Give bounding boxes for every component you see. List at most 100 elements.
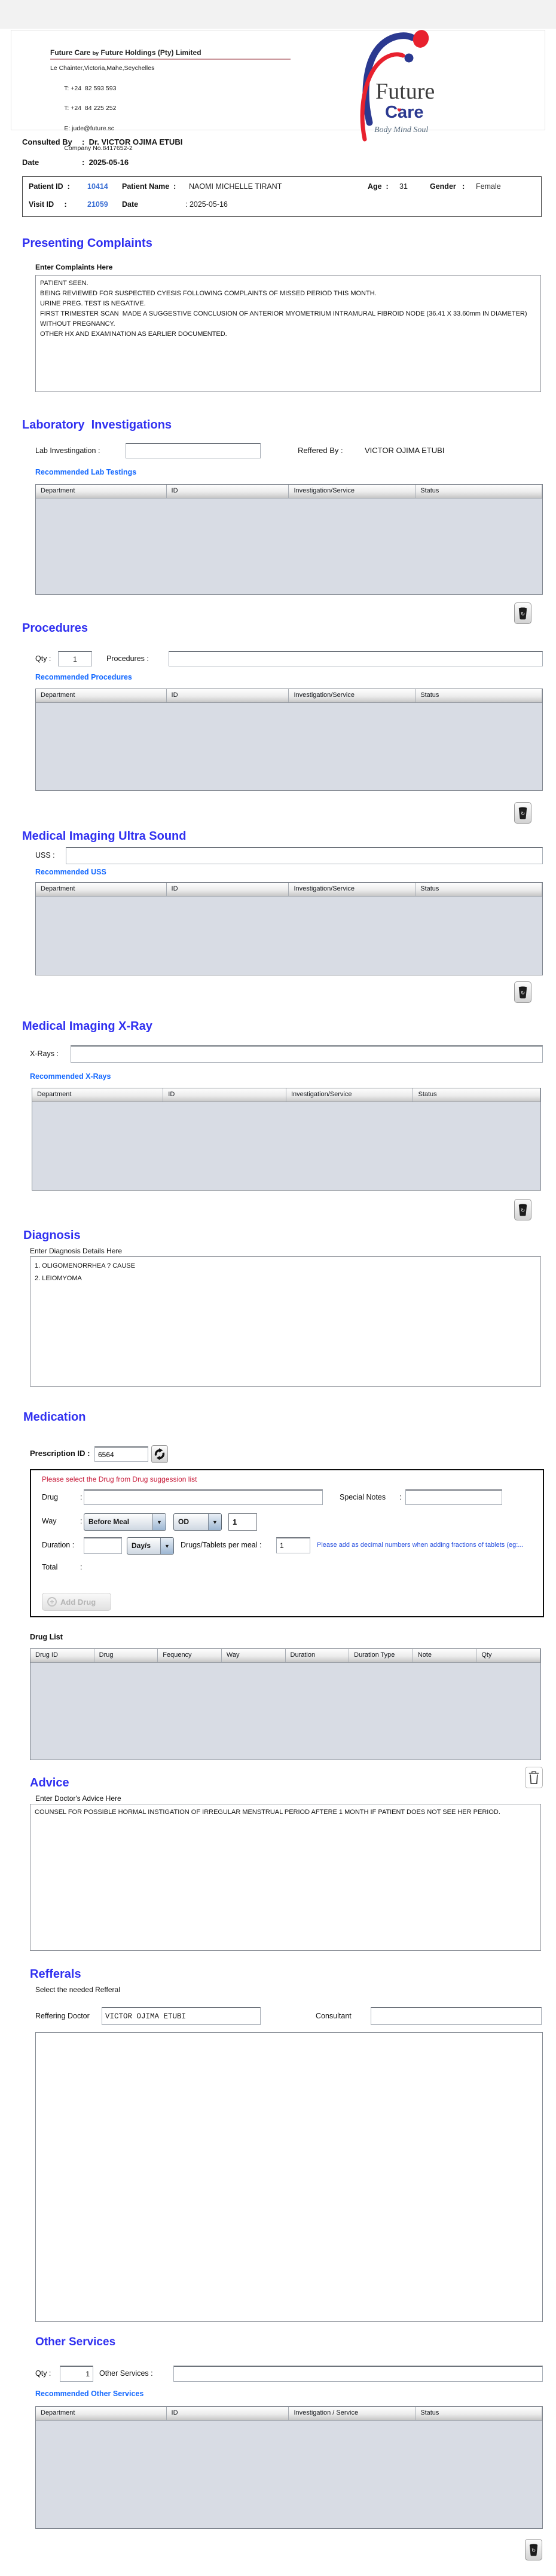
add-drug-button[interactable]: + Add Drug bbox=[42, 1593, 111, 1611]
lab-results-table[interactable]: Department ID Investigation/Service Stat… bbox=[35, 484, 543, 595]
column-header-status[interactable]: Status bbox=[416, 689, 542, 702]
column-header-department[interactable]: Department bbox=[36, 689, 167, 702]
drug-list-table-body[interactable] bbox=[30, 1663, 540, 1761]
visit-id-label: Visit ID : bbox=[29, 200, 67, 209]
duration-label: Duration : bbox=[42, 1541, 75, 1549]
xray-input[interactable] bbox=[71, 1045, 543, 1063]
column-header-status[interactable]: Status bbox=[416, 883, 542, 896]
other-services-table[interactable]: Department ID Investigation / Service St… bbox=[35, 2406, 543, 2529]
column-header-department[interactable]: Department bbox=[36, 2407, 167, 2420]
xray-table-body[interactable] bbox=[32, 1102, 540, 1191]
column-header-frequency[interactable]: Fequency bbox=[158, 1649, 222, 1662]
column-header-duration[interactable]: Duration bbox=[285, 1649, 350, 1662]
consultant-input[interactable] bbox=[371, 2007, 542, 2025]
procedures-qty-input[interactable] bbox=[58, 651, 92, 666]
column-header-investigation-service[interactable]: Investigation/Service bbox=[289, 689, 416, 702]
complaints-textarea[interactable]: PATIENT SEEN. BEING REVIEWED FOR SUSPECT… bbox=[35, 275, 541, 392]
other-services-table-header: Department ID Investigation / Service St… bbox=[36, 2407, 542, 2421]
section-heading-diagnosis: Diagnosis bbox=[23, 1229, 81, 1242]
per-meal-input[interactable] bbox=[276, 1537, 310, 1553]
column-header-note[interactable]: Note bbox=[413, 1649, 477, 1662]
lab-investigation-input[interactable] bbox=[126, 443, 261, 458]
patient-id-label: Patient ID : bbox=[29, 182, 70, 191]
delete-other-service-item-button[interactable]: ↻ bbox=[525, 2539, 542, 2560]
refresh-prescription-id-button[interactable] bbox=[151, 1445, 168, 1463]
other-services-qty-label: Qty : bbox=[35, 2369, 51, 2378]
other-services-input[interactable] bbox=[173, 2366, 543, 2382]
xray-label: X-Rays : bbox=[30, 1050, 59, 1058]
way-count-input[interactable] bbox=[228, 1513, 257, 1531]
delete-xray-item-button[interactable]: ↻ bbox=[514, 1199, 531, 1220]
column-header-department[interactable]: Department bbox=[36, 485, 167, 498]
referring-doctor-input[interactable] bbox=[102, 2007, 261, 2025]
column-header-drug-id[interactable]: Drug ID bbox=[30, 1649, 94, 1662]
uss-table-body[interactable] bbox=[36, 897, 542, 976]
procedures-input[interactable] bbox=[169, 651, 543, 666]
prescription-id-label: Prescription ID : bbox=[30, 1449, 90, 1458]
delete-lab-item-button[interactable]: ↻ bbox=[514, 602, 531, 624]
column-header-way[interactable]: Way bbox=[221, 1649, 286, 1662]
column-header-status[interactable]: Status bbox=[416, 2407, 542, 2420]
company-phone-2: T: +24 84 225 252 bbox=[64, 105, 117, 112]
referral-list-box[interactable] bbox=[35, 2032, 543, 2322]
lab-table-body[interactable] bbox=[36, 498, 542, 595]
column-header-id[interactable]: ID bbox=[163, 1088, 286, 1102]
plus-circle-icon: + bbox=[47, 1597, 57, 1607]
column-header-id[interactable]: ID bbox=[166, 2407, 289, 2420]
total-label: Total bbox=[42, 1563, 58, 1571]
lab-table-header: Department ID Investigation/Service Stat… bbox=[36, 485, 542, 498]
diagnosis-textarea[interactable]: 1. OLIGOMENORRHEA ? CAUSE 2. LEIOMYOMA bbox=[30, 1256, 541, 1387]
visit-date-label: Date bbox=[122, 200, 139, 209]
delete-drug-item-button[interactable] bbox=[525, 1767, 543, 1788]
column-header-investigation-service[interactable]: Investigation/Service bbox=[286, 1088, 414, 1102]
column-header-id[interactable]: ID bbox=[166, 485, 289, 498]
gender-label: Gender : bbox=[430, 182, 465, 191]
delete-uss-item-button[interactable]: ↻ bbox=[514, 981, 531, 1003]
xray-table[interactable]: Department ID Investigation/Service Stat… bbox=[32, 1088, 541, 1191]
trash-icon: ↻ bbox=[529, 2544, 538, 2556]
patient-info-box: Patient ID : 10414 Patient Name : NAOMI … bbox=[22, 176, 542, 217]
drug-list-table[interactable]: Drug ID Drug Fequency Way Duration Durat… bbox=[30, 1648, 541, 1760]
column-header-id[interactable]: ID bbox=[166, 689, 289, 702]
column-header-investigation-service[interactable]: Investigation / Service bbox=[289, 2407, 416, 2420]
consultant-label: Consultant bbox=[316, 2012, 352, 2020]
prescription-id-input[interactable] bbox=[94, 1446, 148, 1462]
drug-list-label: Drug List bbox=[30, 1633, 63, 1641]
drug-input[interactable] bbox=[84, 1489, 323, 1505]
column-header-department[interactable]: Department bbox=[36, 883, 167, 896]
procedures-table-body[interactable] bbox=[36, 703, 542, 791]
special-notes-input[interactable] bbox=[405, 1489, 502, 1505]
other-services-table-body[interactable] bbox=[36, 2421, 542, 2529]
duration-input[interactable] bbox=[84, 1537, 122, 1554]
column-header-investigation-service[interactable]: Investigation/Service bbox=[289, 883, 416, 896]
column-header-qty[interactable]: Qty bbox=[476, 1649, 540, 1662]
per-meal-label: Drugs/Tablets per meal : bbox=[181, 1541, 262, 1549]
gender-value: Female bbox=[476, 182, 501, 191]
procedures-table[interactable]: Department ID Investigation/Service Stat… bbox=[35, 689, 543, 791]
consulted-by-label: Consulted By bbox=[22, 137, 72, 146]
column-header-status[interactable]: Status bbox=[413, 1088, 540, 1102]
meal-timing-select[interactable]: Before Meal ▼ bbox=[84, 1513, 166, 1531]
column-header-duration-type[interactable]: Duration Type bbox=[349, 1649, 413, 1662]
colon: : bbox=[399, 1493, 402, 1501]
column-header-status[interactable]: Status bbox=[416, 485, 542, 498]
svg-text:Future: Future bbox=[375, 79, 435, 104]
xray-table-header: Department ID Investigation/Service Stat… bbox=[32, 1088, 540, 1102]
section-heading-laboratory-investigations: Laboratory Investigations bbox=[22, 418, 172, 432]
duration-unit-select[interactable]: Day/s ▼ bbox=[127, 1537, 174, 1555]
column-header-drug[interactable]: Drug bbox=[94, 1649, 158, 1662]
column-header-department[interactable]: Department bbox=[32, 1088, 164, 1102]
other-services-qty-input[interactable] bbox=[60, 2366, 93, 2382]
column-header-id[interactable]: ID bbox=[166, 883, 289, 896]
consult-date-row: Date: 2025-05-16 bbox=[22, 158, 129, 167]
column-header-investigation-service[interactable]: Investigation/Service bbox=[289, 485, 416, 498]
advice-textarea[interactable]: COUNSEL FOR POSSIBLE HORMAL INSTIGATION … bbox=[30, 1804, 541, 1951]
meal-timing-selected-value: Before Meal bbox=[88, 1518, 130, 1526]
referral-instruction-label: Select the needed Refferal bbox=[35, 1985, 120, 1994]
uss-input[interactable] bbox=[66, 847, 543, 864]
delete-procedure-item-button[interactable]: ↻ bbox=[514, 802, 531, 824]
uss-table[interactable]: Department ID Investigation/Service Stat… bbox=[35, 882, 543, 975]
trash-icon: ↻ bbox=[518, 1204, 527, 1216]
frequency-select[interactable]: OD ▼ bbox=[173, 1513, 222, 1531]
lab-investigation-label: Lab Investingation : bbox=[35, 446, 100, 455]
